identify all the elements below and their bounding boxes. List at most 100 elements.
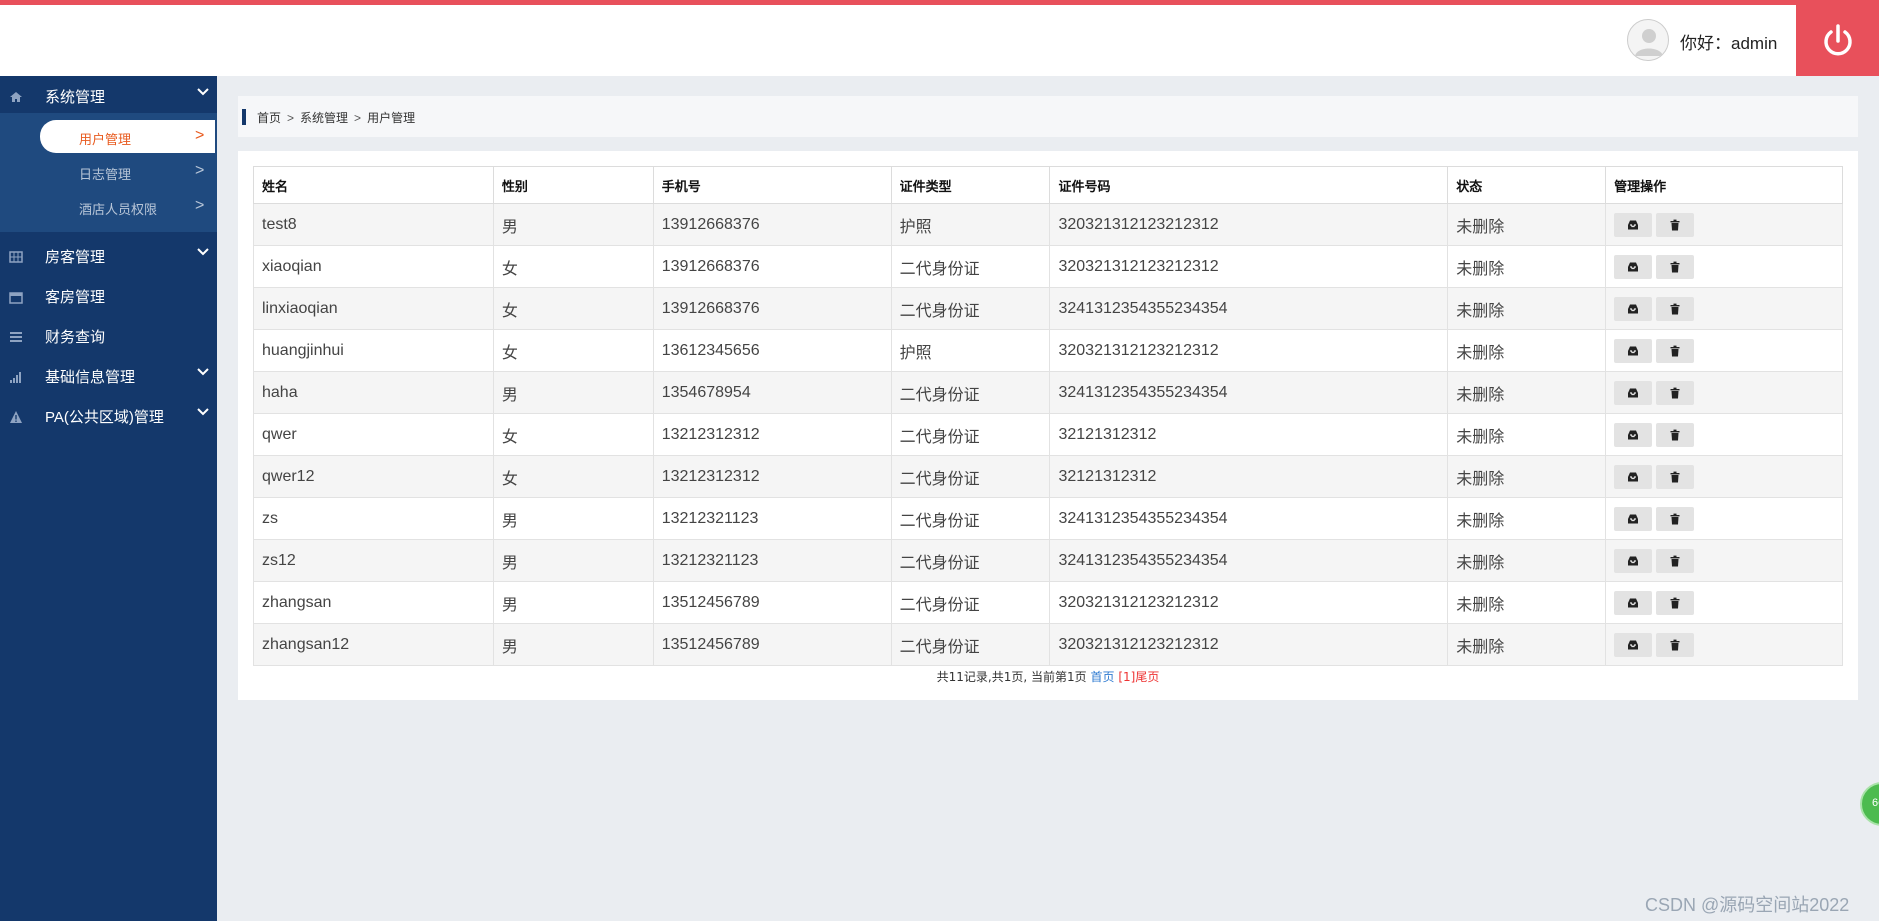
delete-button[interactable]	[1656, 506, 1695, 531]
chevron-down-icon	[197, 368, 209, 376]
trash-icon	[1670, 471, 1680, 482]
edit-button[interactable]	[1614, 548, 1653, 573]
table-cell: 未删除	[1447, 371, 1607, 414]
list-icon	[10, 332, 22, 342]
last-page-link[interactable]: 尾页	[1135, 670, 1159, 684]
submenu-item-user-management[interactable]: 用户管理 >	[40, 120, 215, 153]
row-actions	[1605, 245, 1843, 288]
delete-button[interactable]	[1656, 296, 1695, 321]
table-cell: 3241312354355234354	[1049, 497, 1449, 540]
table-cell: xiaoqian	[253, 245, 494, 288]
trash-icon	[1670, 597, 1680, 608]
content-panel: 姓名 性别 手机号 证件类型 证件号码 状态 管理操作 test8 男 139126…	[238, 151, 1858, 700]
table-cell: 320321312123212312	[1049, 623, 1449, 666]
column-header: 姓名	[253, 166, 494, 204]
sidebar-item-public-area[interactable]: PA(公共区域)管理	[0, 396, 217, 436]
submenu-item-log-management[interactable]: 日志管理 >	[40, 155, 215, 188]
edit-button[interactable]	[1614, 506, 1653, 531]
table-cell: 1354678954	[652, 371, 892, 414]
sidebar-item-guests[interactable]: 房客管理	[0, 236, 217, 276]
pagination: 共11记录,共1页, 当前第1页 首页 [1]尾页	[238, 668, 1858, 685]
table-cell: 二代身份证	[890, 623, 1051, 666]
edit-button[interactable]	[1614, 380, 1653, 405]
table-row: zhangsan12 男 13512456789 二代身份证 3203213121232…	[253, 623, 1843, 666]
user-avatar-icon[interactable]	[1627, 19, 1669, 61]
home-icon	[10, 92, 22, 102]
inbox-icon	[1628, 556, 1639, 565]
breadcrumb-home[interactable]: 首页	[257, 111, 281, 125]
table-cell: 女	[492, 329, 654, 372]
table-cell: 13212321123	[652, 539, 892, 582]
table-cell: 3241312354355234354	[1049, 539, 1449, 582]
delete-button[interactable]	[1656, 548, 1695, 573]
column-header: 手机号	[652, 166, 892, 204]
table-cell: 未删除	[1447, 455, 1607, 498]
edit-button[interactable]	[1614, 296, 1653, 321]
current-page-link[interactable]: [1]	[1118, 670, 1135, 684]
edit-button[interactable]	[1614, 464, 1653, 489]
edit-button[interactable]	[1614, 632, 1653, 657]
edit-button[interactable]	[1614, 590, 1653, 615]
table-row: qwer12 女 13212312312 二代身份证 32121312312 未删除	[253, 455, 1843, 498]
trash-icon	[1670, 345, 1680, 356]
row-actions	[1605, 581, 1843, 624]
table-cell: 13912668376	[652, 245, 892, 288]
sidebar-item-finance[interactable]: 财务查询	[0, 316, 217, 356]
table-cell: 男	[492, 539, 654, 582]
breadcrumb-separator: >	[287, 111, 295, 125]
delete-button[interactable]	[1656, 254, 1695, 279]
table-cell: 女	[492, 455, 654, 498]
table-row: huangjinhui 女 13612345656 护照 320321312123212…	[253, 329, 1843, 372]
table-cell: test8	[253, 203, 494, 246]
delete-button[interactable]	[1656, 380, 1695, 405]
table-cell: 二代身份证	[890, 539, 1051, 582]
row-actions	[1605, 371, 1843, 414]
breadcrumb-system[interactable]: 系统管理	[300, 111, 348, 125]
sidebar-item-basic-info[interactable]: 基础信息管理	[0, 356, 217, 396]
delete-button[interactable]	[1656, 464, 1695, 489]
grid-icon	[9, 251, 23, 263]
delete-button[interactable]	[1656, 632, 1695, 657]
breadcrumb-marker	[242, 109, 246, 125]
table-cell: 女	[492, 245, 654, 288]
submenu-item-label: 酒店人员权限	[79, 202, 158, 217]
table-cell: 男	[492, 371, 654, 414]
table-cell: 13212312312	[652, 413, 892, 456]
power-icon	[1823, 23, 1852, 55]
logout-button[interactable]	[1796, 5, 1879, 76]
table-cell: 未删除	[1447, 203, 1607, 246]
sidebar-item-label: 房客管理	[45, 249, 106, 266]
sidebar-item-system[interactable]: 系统管理	[0, 76, 217, 116]
column-header: 性别	[492, 166, 654, 204]
breadcrumb-separator: >	[354, 111, 362, 125]
chevron-down-icon	[197, 88, 209, 96]
edit-button[interactable]	[1614, 254, 1653, 279]
watermark-text: CSDN @源码空间站2022	[1645, 895, 1850, 915]
edit-button[interactable]	[1614, 422, 1653, 447]
delete-button[interactable]	[1656, 212, 1695, 237]
table-cell: zhangsan	[253, 581, 494, 624]
delete-button[interactable]	[1656, 338, 1695, 363]
inbox-icon	[1628, 304, 1639, 313]
table-cell: 未删除	[1447, 413, 1607, 456]
user-table: 姓名 性别 手机号 证件类型 证件号码 状态 管理操作 test8 男 139126…	[253, 166, 1843, 666]
sidebar: 系统管理 用户管理 > 日志管理 > 酒店人员权限 > 房客管理 客房管理 财务…	[0, 76, 217, 921]
submenu-item-staff-permissions[interactable]: 酒店人员权限 >	[40, 190, 215, 223]
column-header: 证件类型	[890, 166, 1051, 204]
table-cell: 未删除	[1447, 287, 1607, 330]
table-cell: 3241312354355234354	[1049, 371, 1449, 414]
inbox-icon	[1628, 598, 1639, 607]
first-page-link[interactable]: 首页	[1090, 670, 1114, 684]
delete-button[interactable]	[1656, 590, 1695, 615]
edit-button[interactable]	[1614, 338, 1653, 363]
table-cell: zs12	[253, 539, 494, 582]
table-cell: 女	[492, 413, 654, 456]
sidebar-item-rooms[interactable]: 客房管理	[0, 276, 217, 316]
delete-button[interactable]	[1656, 422, 1695, 447]
calendar-icon	[9, 292, 23, 304]
floating-badge[interactable]: 66	[1860, 782, 1879, 826]
chevron-right-icon: >	[195, 162, 205, 179]
edit-button[interactable]	[1614, 212, 1653, 237]
table-row: zs 男 13212321123 二代身份证 3241312354355234354 未删…	[253, 497, 1843, 540]
trash-icon	[1670, 303, 1680, 314]
